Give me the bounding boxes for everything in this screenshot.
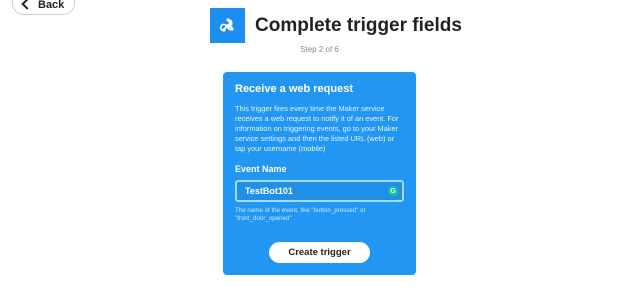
page-header: Complete trigger fields <box>210 8 462 43</box>
step-indicator: Step 2 of 6 <box>300 45 339 54</box>
event-name-label: Event Name <box>235 164 287 174</box>
create-trigger-button[interactable]: Create trigger <box>269 242 370 263</box>
event-name-field-wrapper: G <box>235 180 404 202</box>
back-button[interactable]: Back <box>12 0 76 15</box>
back-label: Back <box>38 0 65 11</box>
event-name-input[interactable] <box>237 186 383 196</box>
chevron-left-icon <box>21 0 33 10</box>
card-title: Receive a web request <box>235 83 354 95</box>
page-title: Complete trigger fields <box>255 14 462 36</box>
event-name-help: The name of the event, like "button_pres… <box>235 207 366 222</box>
card-description: This trigger fires every time the Maker … <box>235 104 399 153</box>
grammarly-icon[interactable]: G <box>388 186 398 196</box>
webhooks-icon <box>210 8 245 43</box>
trigger-card: Receive a web request This trigger fires… <box>223 72 416 275</box>
